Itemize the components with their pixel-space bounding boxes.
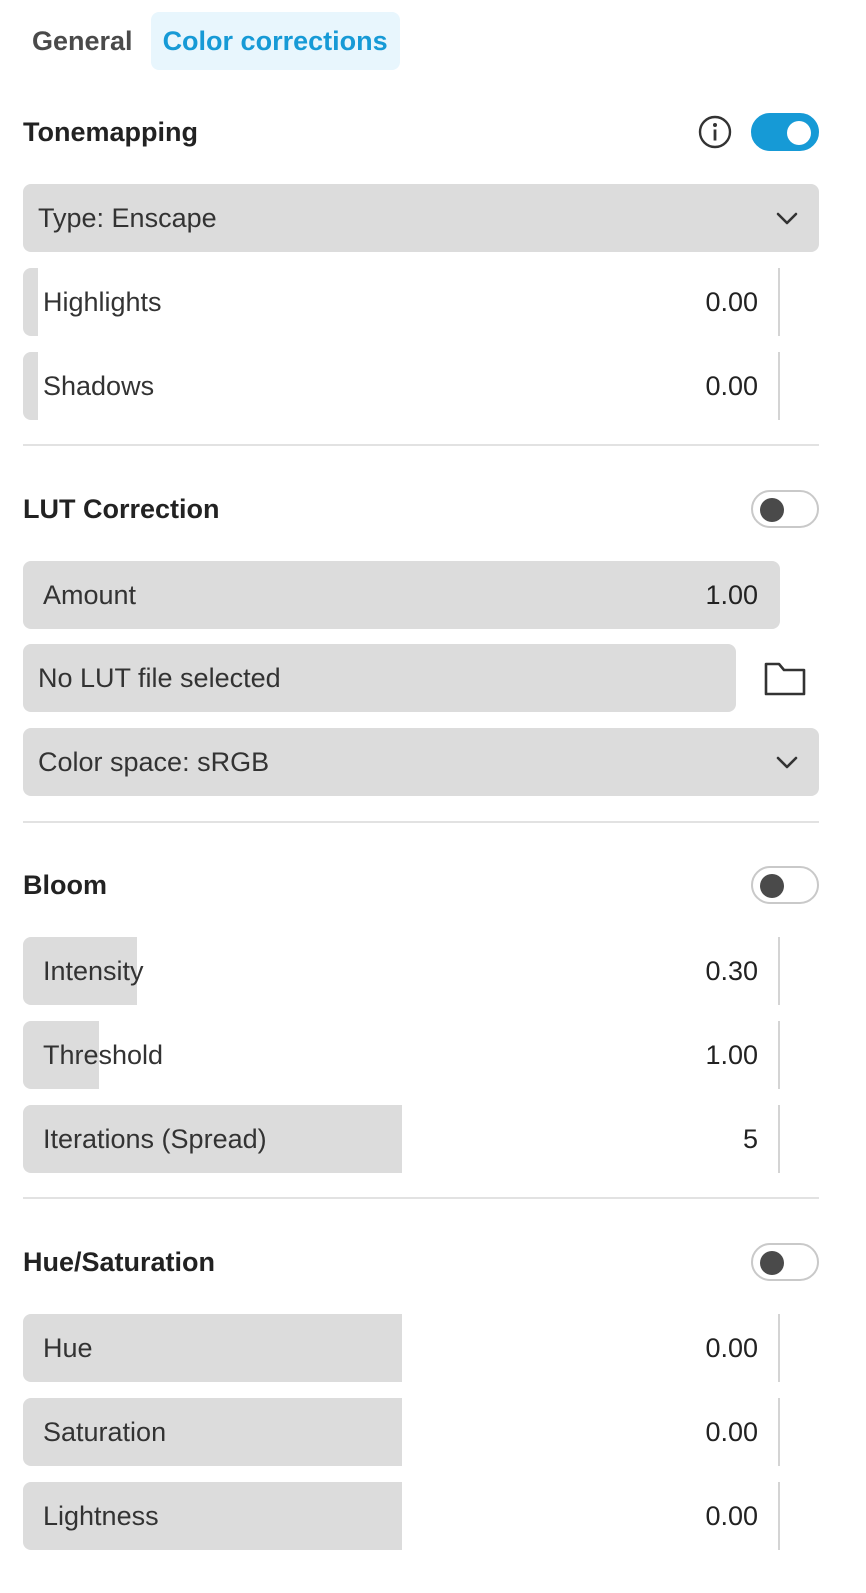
folder-icon[interactable] bbox=[760, 656, 810, 700]
info-icon[interactable] bbox=[697, 114, 733, 150]
bloom-iterations-value: 5 bbox=[742, 1124, 758, 1154]
tab-general[interactable]: General bbox=[20, 12, 145, 70]
color-space-dropdown[interactable]: Color space: sRGB bbox=[23, 728, 819, 796]
tonemapping-title: Tonemapping bbox=[23, 117, 198, 147]
shadows-slider[interactable]: Shadows 0.00 bbox=[23, 352, 780, 420]
tonemapping-header: Tonemapping bbox=[23, 110, 819, 154]
lut-amount-value: 1.00 bbox=[705, 580, 758, 610]
lightness-label: Lightness bbox=[43, 1501, 159, 1531]
highlights-value: 0.00 bbox=[705, 287, 758, 317]
slider-track-end bbox=[778, 1105, 780, 1173]
color-space-label: Color space: sRGB bbox=[38, 747, 270, 777]
slider-track-end bbox=[778, 352, 780, 420]
lut-file-label: No LUT file selected bbox=[38, 663, 281, 693]
bloom-threshold-label: Threshold bbox=[43, 1040, 164, 1070]
bloom-intensity-label: Intensity bbox=[43, 956, 144, 986]
slider-track-end bbox=[778, 1314, 780, 1382]
hue-saturation-title: Hue/Saturation bbox=[23, 1247, 216, 1277]
tonemapping-toggle[interactable] bbox=[751, 113, 819, 151]
shadows-label: Shadows bbox=[43, 371, 155, 401]
bloom-iterations-slider[interactable]: Iterations (Spread) 5 bbox=[23, 1105, 780, 1173]
slider-track-end bbox=[778, 1482, 780, 1550]
lut-title: LUT Correction bbox=[23, 494, 220, 524]
bloom-title: Bloom bbox=[23, 870, 107, 900]
section-divider bbox=[23, 821, 819, 823]
slider-track-end bbox=[778, 268, 780, 336]
hue-saturation-toggle[interactable] bbox=[751, 1243, 819, 1281]
lut-amount-label: Amount bbox=[43, 580, 137, 610]
section-divider bbox=[23, 444, 819, 446]
highlights-slider[interactable]: Highlights 0.00 bbox=[23, 268, 780, 336]
chevron-down-icon bbox=[776, 756, 798, 769]
bloom-iterations-label: Iterations (Spread) bbox=[43, 1124, 267, 1154]
saturation-slider[interactable]: Saturation 0.00 bbox=[23, 1398, 780, 1466]
slider-track-end bbox=[778, 1398, 780, 1466]
slider-track-end bbox=[778, 937, 780, 1005]
bloom-intensity-slider[interactable]: Intensity 0.30 bbox=[23, 937, 780, 1005]
lut-file-field[interactable]: No LUT file selected bbox=[23, 644, 736, 712]
tonemapping-type-dropdown[interactable]: Type: Enscape bbox=[23, 184, 819, 252]
hue-slider[interactable]: Hue 0.00 bbox=[23, 1314, 780, 1382]
hue-label: Hue bbox=[43, 1333, 93, 1363]
lut-toggle[interactable] bbox=[751, 490, 819, 528]
lut-header: LUT Correction bbox=[23, 487, 819, 531]
tab-color-corrections[interactable]: Color corrections bbox=[150, 12, 400, 70]
lut-amount-slider[interactable]: Amount 1.00 bbox=[23, 561, 780, 629]
shadows-fill bbox=[23, 352, 39, 420]
bloom-threshold-value: 1.00 bbox=[705, 1040, 758, 1070]
section-divider bbox=[23, 1197, 819, 1199]
saturation-value: 0.00 bbox=[705, 1417, 758, 1447]
bloom-header: Bloom bbox=[23, 863, 819, 907]
bloom-threshold-slider[interactable]: Threshold 1.00 bbox=[23, 1021, 780, 1089]
lightness-value: 0.00 bbox=[705, 1501, 758, 1531]
shadows-value: 0.00 bbox=[705, 371, 758, 401]
hue-saturation-header: Hue/Saturation bbox=[23, 1240, 819, 1284]
bloom-intensity-value: 0.30 bbox=[705, 956, 758, 986]
highlights-label: Highlights bbox=[43, 287, 162, 317]
chevron-down-icon bbox=[776, 212, 798, 225]
saturation-label: Saturation bbox=[43, 1417, 167, 1447]
tonemapping-type-label: Type: Enscape bbox=[38, 203, 217, 233]
slider-track-end bbox=[778, 1021, 780, 1089]
hue-value: 0.00 bbox=[705, 1333, 758, 1363]
highlights-fill bbox=[23, 268, 39, 336]
lightness-slider[interactable]: Lightness 0.00 bbox=[23, 1482, 780, 1550]
bloom-toggle[interactable] bbox=[751, 866, 819, 904]
tab-bar: General Color corrections bbox=[20, 12, 400, 70]
lut-amount-fill bbox=[23, 561, 780, 629]
